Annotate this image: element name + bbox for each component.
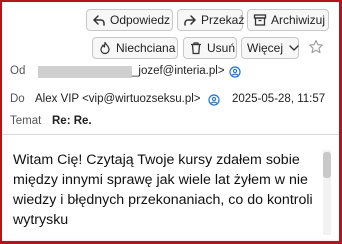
more-button[interactable]: Więcej bbox=[241, 37, 299, 59]
from-label: Od bbox=[10, 65, 26, 77]
trash-icon bbox=[189, 41, 203, 55]
archive-label: Archiwizuj bbox=[271, 13, 326, 27]
archive-button[interactable]: Archiwizuj bbox=[247, 9, 329, 31]
reply-button[interactable]: Odpowiedz bbox=[86, 9, 173, 31]
forward-button[interactable]: Przekaż bbox=[177, 9, 245, 31]
delete-label: Usuń bbox=[207, 41, 236, 55]
message-date: 2025-05-28, 11:57 bbox=[232, 93, 326, 105]
forward-label: Przekaż bbox=[201, 13, 245, 27]
subject-label: Temat bbox=[10, 115, 42, 127]
star-icon[interactable] bbox=[308, 39, 324, 55]
reply-icon bbox=[92, 13, 106, 27]
to-address[interactable]: Alex VIP <vip@wirtuozseksu.pl> bbox=[35, 93, 201, 105]
message-body: Witam Cię! Czytają Twoje kursy zdałem so… bbox=[13, 152, 313, 228]
contact-icon[interactable] bbox=[208, 94, 220, 106]
forward-icon bbox=[183, 13, 197, 27]
delete-button[interactable]: Usuń bbox=[183, 37, 237, 59]
redacted-sender bbox=[38, 66, 132, 78]
to-label: Do bbox=[10, 93, 25, 105]
flame-icon bbox=[98, 41, 112, 55]
archive-icon bbox=[253, 13, 267, 27]
contact-icon[interactable] bbox=[229, 66, 241, 78]
junk-button[interactable]: Niechciana bbox=[92, 37, 178, 59]
from-address[interactable]: _jozef@interia.pl> bbox=[132, 65, 225, 77]
more-label: Więcej bbox=[247, 41, 284, 55]
chevron-down-icon bbox=[287, 41, 301, 55]
subject-value: Re: Re. bbox=[52, 115, 92, 127]
reply-label: Odpowiedz bbox=[110, 13, 171, 27]
scrollbar-thumb[interactable] bbox=[323, 152, 331, 178]
junk-label: Niechciana bbox=[116, 41, 176, 55]
